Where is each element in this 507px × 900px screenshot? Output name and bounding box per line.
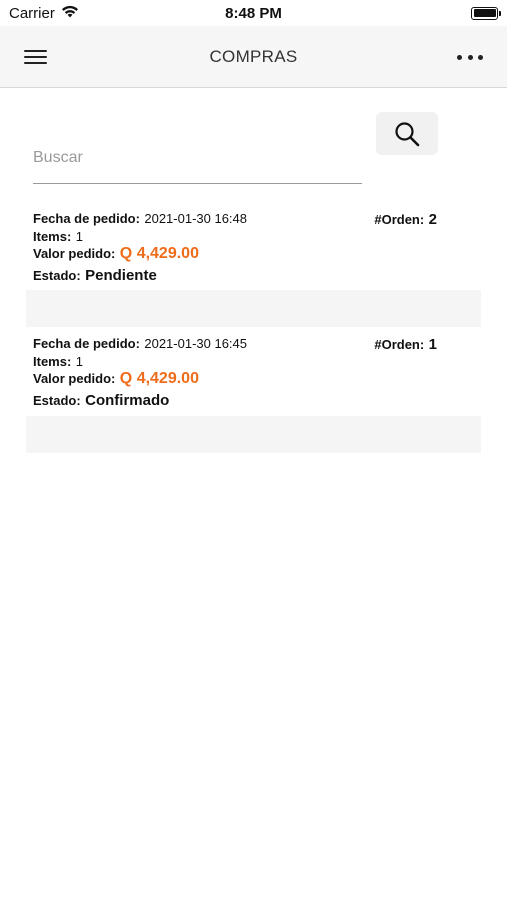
- order-card[interactable]: Fecha de pedido: 2021-01-30 16:45 Items:…: [26, 333, 481, 453]
- order-items-label: Items:: [33, 354, 72, 369]
- order-status: Confirmado: [85, 392, 170, 409]
- order-card[interactable]: Fecha de pedido: 2021-01-30 16:48 Items:…: [26, 208, 481, 327]
- order-value-label: Valor pedido:: [33, 246, 116, 261]
- search-input[interactable]: [33, 124, 362, 184]
- order-date-label: Fecha de pedido:: [33, 336, 140, 351]
- order-items-label: Items:: [33, 229, 72, 244]
- status-left: Carrier: [9, 5, 79, 22]
- order-card-footer: [26, 416, 481, 453]
- order-items-line: Items: 1: [33, 353, 83, 371]
- more-horizontal-icon[interactable]: [457, 52, 483, 62]
- order-status-label: Estado:: [33, 393, 81, 408]
- battery-icon: [471, 6, 501, 20]
- search-icon: [395, 121, 420, 146]
- order-number: 2: [428, 211, 437, 228]
- order-number-line: #Orden: 1: [374, 336, 437, 354]
- wifi-icon: [61, 5, 79, 22]
- order-value: Q 4,429.00: [119, 245, 199, 262]
- status-bar: Carrier 8:48 PM: [0, 0, 507, 26]
- battery-fill: [473, 9, 496, 17]
- order-items-line: Items: 1: [33, 228, 83, 246]
- order-value-line: Valor pedido: Q 4,429.00: [33, 370, 199, 388]
- order-date: 2021-01-30 16:48: [144, 211, 248, 226]
- order-value-label: Valor pedido:: [33, 371, 116, 386]
- order-items: 1: [75, 354, 83, 369]
- order-status-line: Estado: Confirmado: [33, 392, 169, 410]
- nav-bar: COMPRAS: [0, 26, 507, 88]
- order-number: 1: [428, 336, 437, 353]
- hamburger-icon[interactable]: [24, 47, 48, 67]
- order-number-line: #Orden: 2: [374, 211, 437, 229]
- order-number-label: #Orden:: [374, 337, 425, 352]
- carrier-label: Carrier: [9, 4, 55, 22]
- order-card-footer: [26, 290, 481, 327]
- order-status-line: Estado: Pendiente: [33, 267, 157, 285]
- order-status-label: Estado:: [33, 268, 81, 283]
- order-info: Fecha de pedido: 2021-01-30 16:48 Items:…: [26, 208, 481, 288]
- order-items: 1: [75, 229, 83, 244]
- order-date: 2021-01-30 16:45: [144, 336, 248, 351]
- order-value-line: Valor pedido: Q 4,429.00: [33, 245, 199, 263]
- order-status: Pendiente: [85, 267, 157, 284]
- order-date-label: Fecha de pedido:: [33, 211, 140, 226]
- order-date-line: Fecha de pedido: 2021-01-30 16:45: [33, 335, 247, 353]
- order-date-line: Fecha de pedido: 2021-01-30 16:48: [33, 210, 247, 228]
- order-info: Fecha de pedido: 2021-01-30 16:45 Items:…: [26, 333, 481, 413]
- order-value: Q 4,429.00: [119, 370, 199, 387]
- page-title: COMPRAS: [209, 46, 298, 66]
- search-button[interactable]: [376, 112, 438, 155]
- search-row: [33, 112, 473, 184]
- order-number-label: #Orden:: [374, 212, 425, 227]
